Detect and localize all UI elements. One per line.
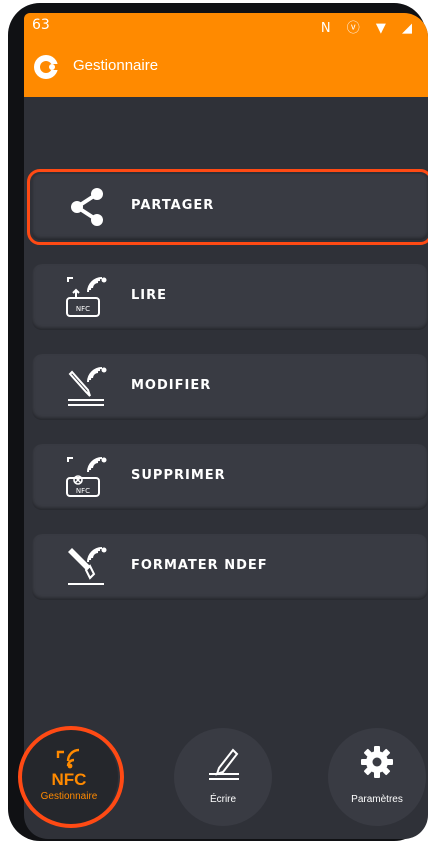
nfc-signal-icon [56, 748, 80, 769]
pen-write-icon [209, 748, 239, 780]
status-time: 63 [32, 17, 50, 33]
menu-item-formater-ndef[interactable]: FORMATER NDEF [32, 534, 428, 600]
nav-write-button[interactable]: Écrire [174, 728, 272, 826]
svg-text:NFC: NFC [76, 305, 90, 313]
status-bar: 63 N ⓥ ▼ ◢ [24, 13, 428, 39]
svg-text:NFC: NFC [76, 487, 90, 495]
app-bar: Gestionnaire [24, 39, 428, 97]
share-icon [71, 188, 103, 226]
nav-settings-button[interactable]: Paramètres [328, 728, 426, 826]
nfc-format-icon [68, 547, 107, 585]
nav-write-label: Écrire [209, 794, 237, 805]
nav-settings-label: Paramètres [351, 794, 403, 805]
menu-label: FORMATER NDEF [131, 558, 268, 573]
nav-manager-button[interactable]: NFC Gestionnaire [20, 728, 118, 826]
menu-item-supprimer[interactable]: NFC SUPPRIMER [32, 444, 428, 510]
menu-label: LIRE [131, 288, 168, 303]
menu-item-partager[interactable]: PARTAGER [27, 169, 428, 245]
nfc-edit-icon [68, 367, 107, 406]
page-title: Gestionnaire [73, 57, 159, 74]
nav-manager-label: Gestionnaire [40, 791, 98, 802]
menu-item-lire[interactable]: NFC LIRE [32, 264, 428, 330]
app-screen: 63 N ⓥ ▼ ◢ Gestionnaire PARTAGER NFC LIR… [24, 13, 428, 839]
status-icons: N ⓥ ▼ ◢ [320, 21, 418, 36]
menu-item-modifier[interactable]: MODIFIER [32, 354, 428, 420]
gear-icon [361, 746, 393, 778]
nfc-delete-icon: NFC [66, 457, 107, 497]
nfc-text: NFC [51, 770, 87, 789]
menu-label: PARTAGER [131, 198, 215, 213]
nfc-read-icon: NFC [66, 277, 107, 317]
menu-label: MODIFIER [131, 378, 212, 393]
phone-frame: 63 N ⓥ ▼ ◢ Gestionnaire PARTAGER NFC LIR… [8, 3, 428, 841]
menu-label: SUPPRIMER [131, 468, 226, 483]
app-logo-icon [34, 55, 58, 79]
